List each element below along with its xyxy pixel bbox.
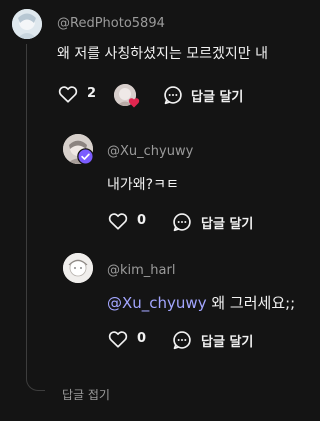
parent-reply-button[interactable]: 답글 달기 bbox=[191, 86, 243, 105]
reply-2-comment-icon[interactable] bbox=[172, 330, 192, 350]
reply-1-heart-icon[interactable] bbox=[108, 212, 128, 230]
reply-2-like-count: 0 bbox=[137, 331, 147, 346]
parent-comment-text: 왜 저를 사칭하셨지는 모르겠지만 내 bbox=[57, 46, 268, 62]
reply-2-heart-icon[interactable] bbox=[108, 330, 128, 348]
parent-like-count: 2 bbox=[87, 86, 97, 101]
creator-heart-icon bbox=[128, 98, 140, 108]
collapse-replies-button[interactable]: 답글 접기 bbox=[62, 386, 110, 403]
heart-outline-icon[interactable] bbox=[58, 85, 78, 103]
thread-curve bbox=[26, 370, 45, 391]
reply-1-text: 내가왜?ㅋㅌ bbox=[107, 177, 179, 193]
reply-1-comment-icon[interactable] bbox=[172, 212, 192, 232]
parent-username[interactable]: @RedPhoto5894 bbox=[57, 16, 165, 31]
reply-2-mention-link[interactable]: @Xu_chyuwy bbox=[107, 294, 207, 312]
reply-2-avatar[interactable] bbox=[63, 253, 93, 283]
reply-1-reply-button[interactable]: 답글 달기 bbox=[201, 213, 253, 232]
comment-bubble-icon[interactable] bbox=[163, 85, 183, 105]
comment-thread: @RedPhoto5894 왜 저를 사칭하셨지는 모르겠지만 내 2 답글 달… bbox=[0, 0, 316, 421]
parent-avatar[interactable] bbox=[12, 9, 42, 39]
reply-1-like-count: 0 bbox=[137, 213, 147, 228]
thread-line bbox=[26, 44, 27, 374]
reply-2-username[interactable]: @kim_harl bbox=[107, 263, 175, 278]
reply-2-body: 왜 그러세요;; bbox=[206, 294, 296, 312]
verified-badge-icon bbox=[77, 148, 94, 165]
reply-2-text: @Xu_chyuwy 왜 그러세요;; bbox=[107, 292, 316, 313]
reply-1-username[interactable]: @Xu_chyuwy bbox=[107, 144, 193, 159]
reply-2-reply-button[interactable]: 답글 달기 bbox=[201, 331, 253, 350]
